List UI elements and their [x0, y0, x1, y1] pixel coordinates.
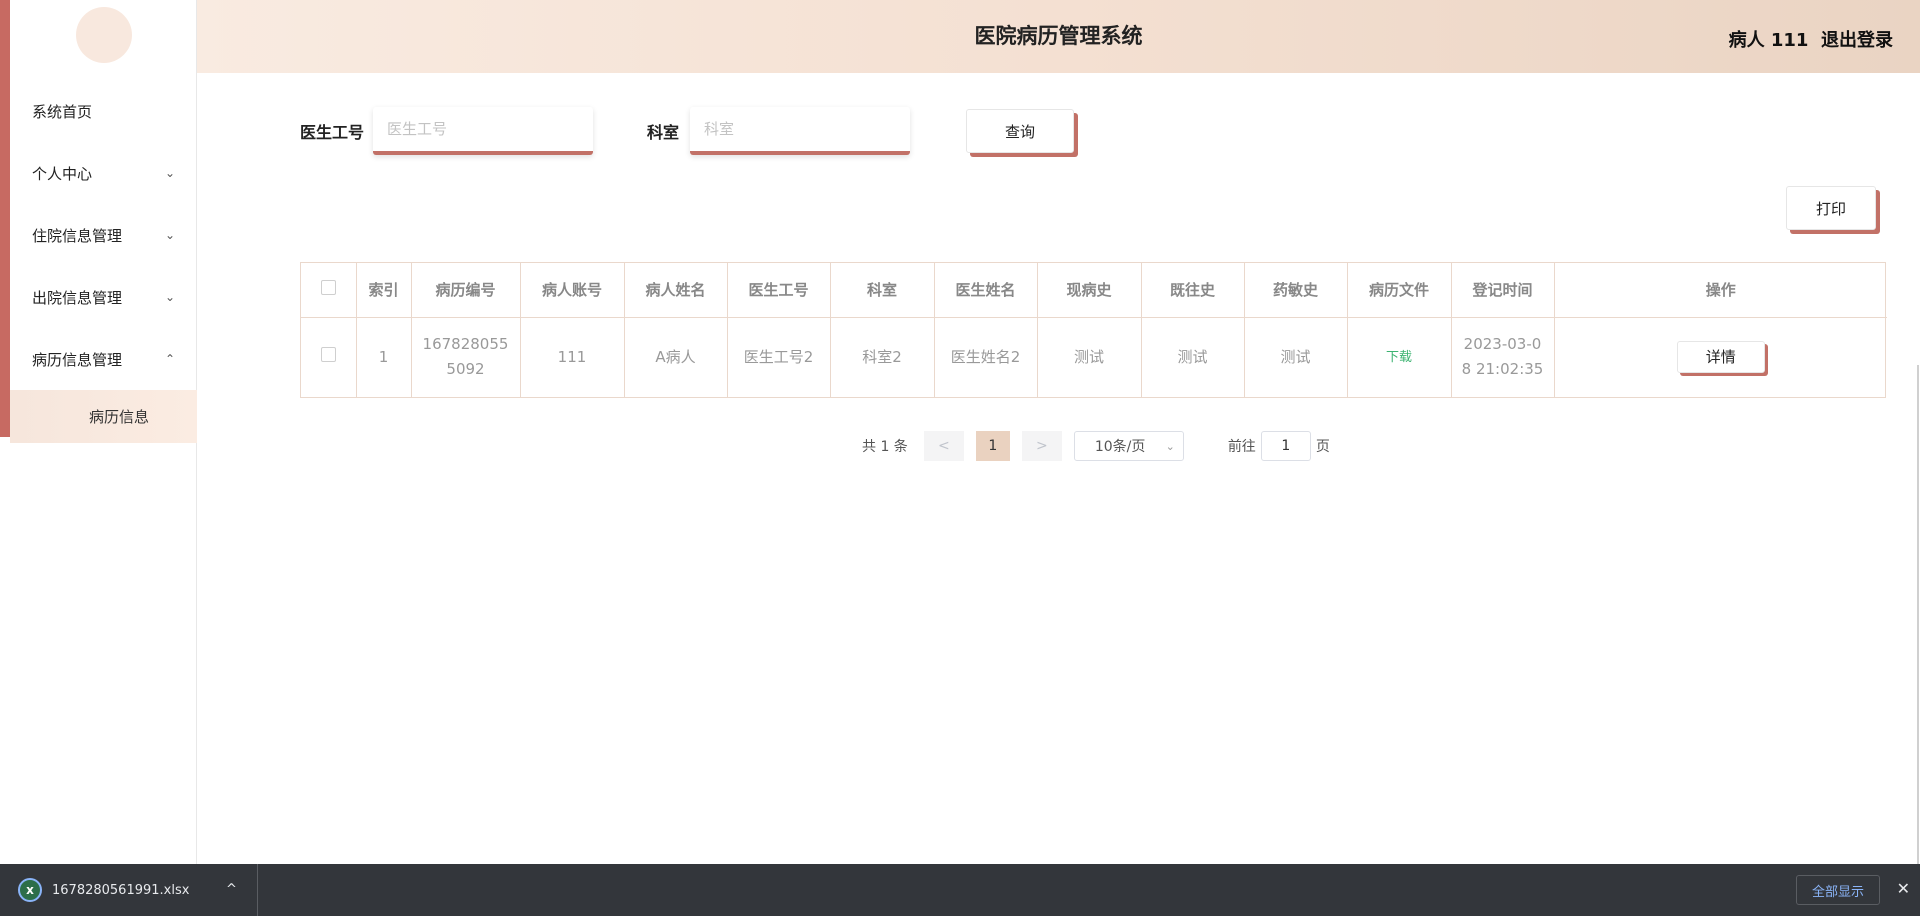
select-all-cell: [301, 263, 357, 318]
row-select-cell: [301, 317, 357, 397]
page-number-current[interactable]: 1: [975, 431, 1010, 461]
download-bar: x 1678280561991.xlsx ^ 全部显示 ✕: [0, 864, 1920, 916]
chevron-up-icon[interactable]: ^: [226, 882, 237, 897]
scrollbar[interactable]: [1917, 365, 1919, 865]
column-header: 医生姓名: [934, 263, 1038, 318]
column-header: 病人账号: [520, 263, 625, 318]
column-header: 现病史: [1037, 263, 1142, 318]
record-no-line: 5092: [446, 360, 485, 379]
chevron-down-icon: ⌄: [1165, 439, 1175, 453]
cell-patient-account: 111: [520, 317, 625, 397]
close-icon[interactable]: ✕: [1897, 879, 1910, 898]
page-title: 医院病历管理系统: [974, 24, 1143, 48]
detail-button-label: 详情: [1705, 347, 1736, 366]
column-header: 科室: [830, 263, 935, 318]
column-header: 医生工号: [727, 263, 831, 318]
column-header: 索引: [356, 263, 412, 318]
sidebar-item-home[interactable]: 系统首页: [10, 80, 197, 142]
column-header: 病历编号: [411, 263, 521, 318]
cell-past-history: 测试: [1141, 317, 1245, 397]
sidebar: 系统首页 个人中心 ⌄ 住院信息管理 ⌄ 出院信息管理 ⌄ 病历信息管理 ⌃ 病…: [0, 0, 197, 864]
table-row: 1 167828055 5092 111 A病人 医生工号2 科室2 医生姓名2…: [301, 317, 1887, 397]
cell-file: 下载: [1347, 317, 1452, 397]
chevron-down-icon: ⌄: [164, 166, 175, 180]
column-header: 病人姓名: [624, 263, 728, 318]
time-line: 8 21:02:35: [1461, 360, 1544, 379]
doctor-id-label: 医生工号: [300, 123, 365, 142]
cell-register-time: 2023-03-0 8 21:02:35: [1451, 317, 1555, 397]
sidebar-item-personal-center[interactable]: 个人中心 ⌄: [10, 142, 197, 204]
table-header-row: 索引 病历编号 病人账号 病人姓名 医生工号 科室 医生姓名 现病史 既往史 药…: [301, 263, 1887, 318]
page-size-value: 10条/页: [1094, 439, 1146, 455]
show-all-label: 全部显示: [1811, 884, 1864, 900]
department-input[interactable]: [690, 107, 910, 155]
column-header: 病历文件: [1347, 263, 1452, 318]
sidebar-item-discharge[interactable]: 出院信息管理 ⌄: [10, 266, 197, 328]
goto-page-input[interactable]: [1260, 431, 1311, 461]
sidebar-item-label: 个人中心: [32, 164, 93, 183]
doctor-id-input[interactable]: [373, 107, 593, 155]
record-no-line: 167828055: [422, 335, 509, 354]
sidebar-subitem-medical-record-info[interactable]: 病历信息: [10, 390, 197, 443]
pagination: 共 1 条 < 1 > 10条/页 ⌄ 前往 页: [862, 431, 1330, 461]
column-header: 既往史: [1141, 263, 1245, 318]
department-label: 科室: [647, 123, 680, 142]
sidebar-item-inpatient[interactable]: 住院信息管理 ⌄: [10, 204, 197, 266]
time-line: 2023-03-0: [1463, 335, 1542, 354]
records-table: 索引 病历编号 病人账号 病人姓名 医生工号 科室 医生姓名 现病史 既往史 药…: [300, 262, 1887, 398]
user-area: 病人 111 退出登录: [1729, 26, 1893, 52]
cell-doctor-name: 医生姓名2: [934, 317, 1038, 397]
sidebar-item-label: 病历信息管理: [32, 350, 123, 369]
prev-page-button[interactable]: <: [923, 431, 964, 461]
sidebar-item-label: 系统首页: [32, 102, 93, 121]
cell-present-history: 测试: [1037, 317, 1142, 397]
cell-allergy-history: 测试: [1244, 317, 1348, 397]
chevron-down-icon: ⌄: [164, 290, 175, 304]
chevron-up-icon: ⌃: [164, 352, 175, 366]
pagination-total: 共 1 条: [862, 439, 908, 455]
sidebar-accent-bar: [0, 0, 10, 437]
sidebar-item-medical-records[interactable]: 病历信息管理 ⌃: [10, 328, 197, 390]
cell-patient-name: A病人: [624, 317, 728, 397]
download-file-name: 1678280561991.xlsx: [52, 882, 190, 898]
show-all-button[interactable]: 全部显示: [1796, 875, 1880, 905]
cell-doctor-id: 医生工号2: [727, 317, 831, 397]
cell-department: 科室2: [830, 317, 935, 397]
query-button-label: 查询: [1004, 122, 1035, 141]
sidebar-menu: 系统首页 个人中心 ⌄ 住院信息管理 ⌄ 出院信息管理 ⌄ 病历信息管理 ⌃ 病…: [10, 80, 197, 443]
sidebar-subitem-label: 病历信息: [89, 408, 150, 426]
column-header: 操作: [1554, 263, 1887, 318]
print-button-label: 打印: [1815, 199, 1846, 218]
select-all-checkbox[interactable]: [320, 280, 336, 296]
header: 医院病历管理系统 病人 111 退出登录: [197, 0, 1920, 73]
page-size-select[interactable]: 10条/页 ⌄: [1073, 431, 1184, 461]
sidebar-item-label: 出院信息管理: [32, 288, 123, 307]
avatar[interactable]: [76, 7, 132, 63]
download-link[interactable]: 下载: [1386, 350, 1412, 365]
column-header: 药敏史: [1244, 263, 1348, 318]
goto-label: 前往: [1227, 439, 1256, 455]
detail-button[interactable]: 详情: [1676, 341, 1765, 374]
next-page-button[interactable]: >: [1021, 431, 1062, 461]
download-item[interactable]: x 1678280561991.xlsx: [0, 864, 258, 916]
sidebar-item-label: 住院信息管理: [32, 226, 123, 245]
query-button[interactable]: 查询: [966, 109, 1074, 153]
cell-index: 1: [356, 317, 412, 397]
row-checkbox[interactable]: [320, 346, 336, 362]
logout-link[interactable]: 退出登录: [1821, 30, 1893, 51]
column-header: 登记时间: [1451, 263, 1555, 318]
print-button[interactable]: 打印: [1786, 186, 1876, 230]
chevron-down-icon: ⌄: [164, 228, 175, 242]
cell-actions: 详情: [1554, 317, 1887, 397]
excel-file-icon: x: [18, 878, 42, 902]
cell-record-no: 167828055 5092: [411, 317, 521, 397]
page-suffix: 页: [1315, 439, 1330, 455]
user-name: 病人 111: [1728, 30, 1809, 51]
